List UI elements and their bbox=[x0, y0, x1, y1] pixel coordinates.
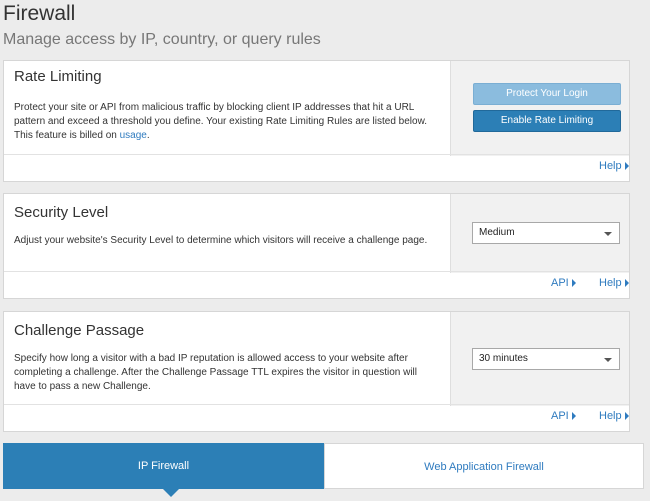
security-level-api-link[interactable]: API bbox=[551, 277, 576, 289]
challenge-passage-api-link[interactable]: API bbox=[551, 410, 576, 422]
challenge-passage-description: Specify how long a visitor with a bad IP… bbox=[14, 353, 418, 392]
protect-login-button[interactable]: Protect Your Login bbox=[473, 83, 621, 105]
chevron-right-icon bbox=[624, 162, 629, 171]
security-level-selected: Medium bbox=[479, 227, 515, 238]
security-level-description: Adjust your website's Security Level to … bbox=[14, 235, 428, 246]
chevron-right-icon bbox=[571, 412, 576, 421]
challenge-passage-title: Challenge Passage bbox=[14, 322, 145, 339]
security-level-title: Security Level bbox=[14, 204, 109, 221]
challenge-passage-main: Challenge Passage Specify how long a vis… bbox=[4, 312, 450, 406]
help-label: Help bbox=[599, 160, 622, 172]
usage-link[interactable]: usage bbox=[120, 130, 147, 141]
help-label: Help bbox=[599, 410, 622, 422]
chevron-right-icon bbox=[571, 279, 576, 288]
enable-rate-limiting-button[interactable]: Enable Rate Limiting bbox=[473, 110, 621, 132]
challenge-passage-footer: API Help bbox=[4, 404, 629, 431]
active-tab-pointer-icon bbox=[163, 489, 179, 497]
chevron-right-icon bbox=[624, 412, 629, 421]
api-label: API bbox=[551, 277, 569, 289]
page-title: Firewall bbox=[3, 2, 76, 25]
security-level-card: Security Level Adjust your website's Sec… bbox=[3, 193, 630, 299]
rate-limiting-description-text: Protect your site or API from malicious … bbox=[14, 102, 428, 141]
rate-limiting-title: Rate Limiting bbox=[14, 68, 102, 85]
challenge-passage-actions: 30 minutes bbox=[450, 312, 629, 406]
rate-limiting-description: Protect your site or API from malicious … bbox=[14, 101, 434, 143]
rate-limiting-footer: Help bbox=[4, 154, 629, 181]
challenge-passage-help-link[interactable]: Help bbox=[599, 410, 629, 422]
security-level-help-link[interactable]: Help bbox=[599, 277, 629, 289]
challenge-passage-selected: 30 minutes bbox=[479, 353, 528, 364]
page-subtitle: Manage access by IP, country, or query r… bbox=[3, 31, 321, 48]
api-label: API bbox=[551, 410, 569, 422]
challenge-passage-select[interactable]: 30 minutes bbox=[472, 348, 620, 370]
security-level-actions: Medium bbox=[450, 194, 629, 273]
security-level-select[interactable]: Medium bbox=[472, 222, 620, 244]
tab-ip-firewall[interactable]: IP Firewall bbox=[3, 443, 324, 489]
challenge-passage-card: Challenge Passage Specify how long a vis… bbox=[3, 311, 630, 432]
firewall-tabs: IP Firewall Web Application Firewall bbox=[3, 443, 644, 497]
rate-limiting-actions: Protect Your Login Enable Rate Limiting bbox=[450, 61, 629, 156]
tab-web-application-firewall[interactable]: Web Application Firewall bbox=[324, 443, 644, 489]
rate-limiting-main: Rate Limiting Protect your site or API f… bbox=[4, 61, 450, 156]
rate-limiting-card: Rate Limiting Protect your site or API f… bbox=[3, 60, 630, 182]
chevron-down-icon bbox=[604, 358, 612, 362]
rate-limiting-help-link[interactable]: Help bbox=[599, 160, 629, 172]
security-level-footer: API Help bbox=[4, 271, 629, 298]
chevron-right-icon bbox=[624, 279, 629, 288]
chevron-down-icon bbox=[604, 232, 612, 236]
security-level-main: Security Level Adjust your website's Sec… bbox=[4, 194, 450, 273]
help-label: Help bbox=[599, 277, 622, 289]
rate-limiting-description-period: . bbox=[146, 130, 150, 141]
